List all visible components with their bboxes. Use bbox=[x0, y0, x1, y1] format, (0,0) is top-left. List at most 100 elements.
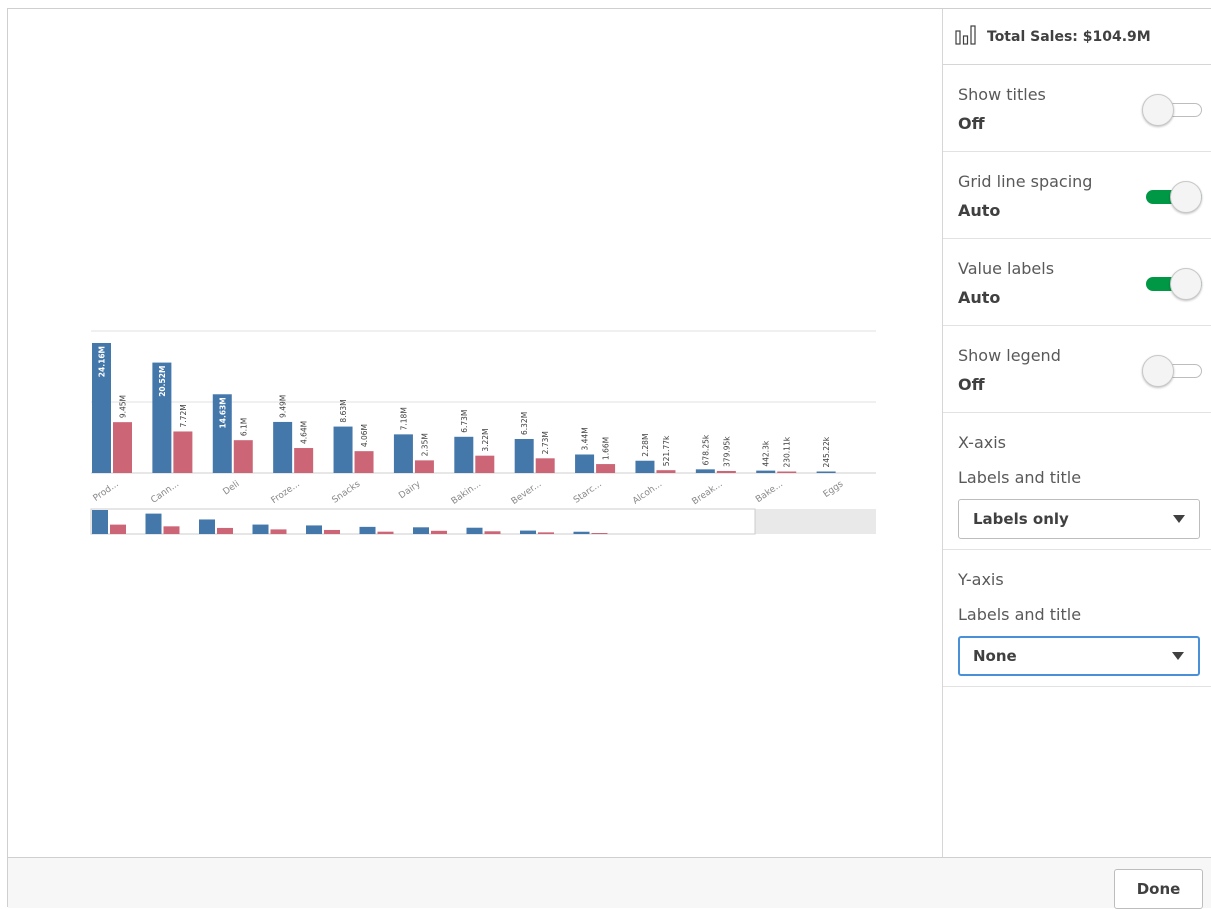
bar bbox=[393, 434, 413, 473]
minichart-bar bbox=[217, 527, 233, 534]
toggle-knob bbox=[1170, 268, 1202, 300]
bar bbox=[816, 471, 836, 473]
bar bbox=[695, 469, 715, 473]
data-label: 7.18M bbox=[399, 407, 408, 430]
setting-show-titles: Show titles Off bbox=[943, 65, 1211, 152]
x-tick-label: Cann... bbox=[149, 479, 181, 505]
bar bbox=[414, 460, 434, 473]
data-label: 521.77k bbox=[662, 435, 671, 466]
bar-chart-icon bbox=[955, 24, 977, 49]
data-label: 678.25k bbox=[701, 434, 710, 465]
data-label: 4.06M bbox=[360, 424, 369, 447]
bar bbox=[294, 448, 314, 473]
x-tick-label: Prod... bbox=[92, 479, 121, 504]
x-tick-label: Bake... bbox=[754, 479, 785, 505]
chart-properties-dialog: 24.16M 9.45M Prod... 20.52M 7.72M Cann... 14.6… bbox=[7, 8, 1211, 909]
show-legend-toggle[interactable] bbox=[1142, 355, 1202, 387]
data-label: 24.16M bbox=[98, 346, 107, 377]
data-label: 6.73M bbox=[460, 410, 469, 433]
minichart-bar bbox=[538, 532, 554, 534]
x-axis-sub-label: Labels and title bbox=[958, 468, 1082, 487]
panel-title: Total Sales: $104.9M bbox=[987, 28, 1151, 45]
bar bbox=[454, 436, 474, 473]
properties-panel: Total Sales: $104.9M Show titles Off Gri… bbox=[942, 9, 1211, 857]
minichart-bar bbox=[270, 529, 287, 534]
dropdown-value: Labels only bbox=[973, 510, 1069, 528]
toggle-knob bbox=[1170, 181, 1202, 213]
bar bbox=[173, 431, 193, 473]
y-axis-title: Y-axis bbox=[958, 570, 1004, 589]
bar bbox=[575, 454, 595, 473]
dialog-footer: Done bbox=[8, 857, 1211, 909]
minichart-bar bbox=[484, 531, 501, 534]
x-tick-label: Alcoh... bbox=[631, 479, 664, 506]
minichart-bar bbox=[110, 524, 126, 534]
bar bbox=[716, 470, 736, 473]
done-button[interactable]: Done bbox=[1114, 869, 1203, 909]
chevron-down-icon bbox=[1173, 515, 1185, 523]
grid-line-spacing-toggle[interactable] bbox=[1142, 181, 1202, 213]
bar bbox=[596, 464, 616, 473]
minichart-bar bbox=[163, 526, 180, 534]
minichart-bar bbox=[377, 531, 394, 534]
y-axis-labels-dropdown[interactable]: None bbox=[958, 636, 1200, 676]
data-label: 20.52M bbox=[158, 366, 167, 397]
x-tick-label: Snacks bbox=[330, 479, 362, 506]
bar bbox=[273, 421, 293, 473]
bar bbox=[354, 451, 374, 473]
minichart-bar bbox=[591, 533, 608, 534]
setting-grid-line-spacing: Grid line spacing Auto bbox=[943, 152, 1211, 239]
data-label: 2.35M bbox=[420, 433, 429, 456]
minichart-bar bbox=[306, 525, 322, 534]
y-axis-section: Y-axis Labels and title None bbox=[943, 550, 1211, 687]
chart-preview: 24.16M 9.45M Prod... 20.52M 7.72M Cann... 14.6… bbox=[8, 9, 942, 857]
bar bbox=[656, 470, 676, 473]
data-label: 6.32M bbox=[520, 412, 529, 435]
minichart-bar bbox=[520, 530, 536, 534]
minichart-bar bbox=[324, 529, 340, 534]
data-label: 4.64M bbox=[300, 421, 309, 444]
x-tick-label: Break... bbox=[691, 479, 725, 507]
minichart-bar bbox=[359, 526, 376, 534]
minichart-bar bbox=[431, 530, 447, 534]
bar bbox=[535, 458, 555, 473]
data-label: 2.73M bbox=[541, 431, 550, 454]
minichart-bar bbox=[573, 531, 590, 534]
bar bbox=[756, 470, 776, 473]
bar bbox=[635, 460, 655, 473]
bar-chart: 24.16M 9.45M Prod... 20.52M 7.72M Cann... 14.6… bbox=[90, 330, 876, 535]
data-label: 379.95k bbox=[722, 436, 731, 467]
x-tick-label: Deli bbox=[221, 479, 241, 497]
x-tick-label: Eggs bbox=[822, 479, 846, 500]
window-edge bbox=[0, 0, 7, 907]
toggle-knob bbox=[1142, 94, 1174, 126]
data-label: 3.22M bbox=[481, 429, 490, 452]
data-label: 245.22k bbox=[822, 436, 831, 467]
x-axis-section: X-axis Labels and title Labels only bbox=[943, 413, 1211, 550]
x-tick-label: Starc... bbox=[572, 479, 604, 505]
x-tick-label: Froze... bbox=[270, 479, 302, 506]
data-label: 9.49M bbox=[279, 395, 288, 418]
data-label: 8.63M bbox=[339, 399, 348, 422]
x-tick-label: Bever... bbox=[510, 479, 544, 507]
x-tick-label: Dairy bbox=[397, 479, 423, 501]
chevron-down-icon bbox=[1172, 652, 1184, 660]
x-tick-label: Bakin... bbox=[450, 479, 483, 507]
dropdown-value: None bbox=[973, 647, 1017, 665]
value-labels-toggle[interactable] bbox=[1142, 268, 1202, 300]
data-label: 14.63M bbox=[218, 397, 227, 428]
minichart-bar bbox=[252, 524, 269, 534]
minichart-bar bbox=[92, 510, 108, 534]
data-label: 9.45M bbox=[119, 395, 128, 418]
setting-value-labels: Value labels Auto bbox=[943, 239, 1211, 326]
minichart-bar bbox=[466, 527, 483, 534]
data-label: 3.44M bbox=[581, 427, 590, 450]
x-axis-labels-dropdown[interactable]: Labels only bbox=[958, 499, 1200, 539]
bar bbox=[233, 440, 253, 473]
setting-show-legend: Show legend Off bbox=[943, 326, 1211, 413]
data-label: 2.28M bbox=[641, 434, 650, 457]
bar bbox=[113, 422, 132, 473]
y-axis-sub-label: Labels and title bbox=[958, 605, 1082, 624]
x-axis-title: X-axis bbox=[958, 433, 1006, 452]
show-titles-toggle[interactable] bbox=[1142, 94, 1202, 126]
